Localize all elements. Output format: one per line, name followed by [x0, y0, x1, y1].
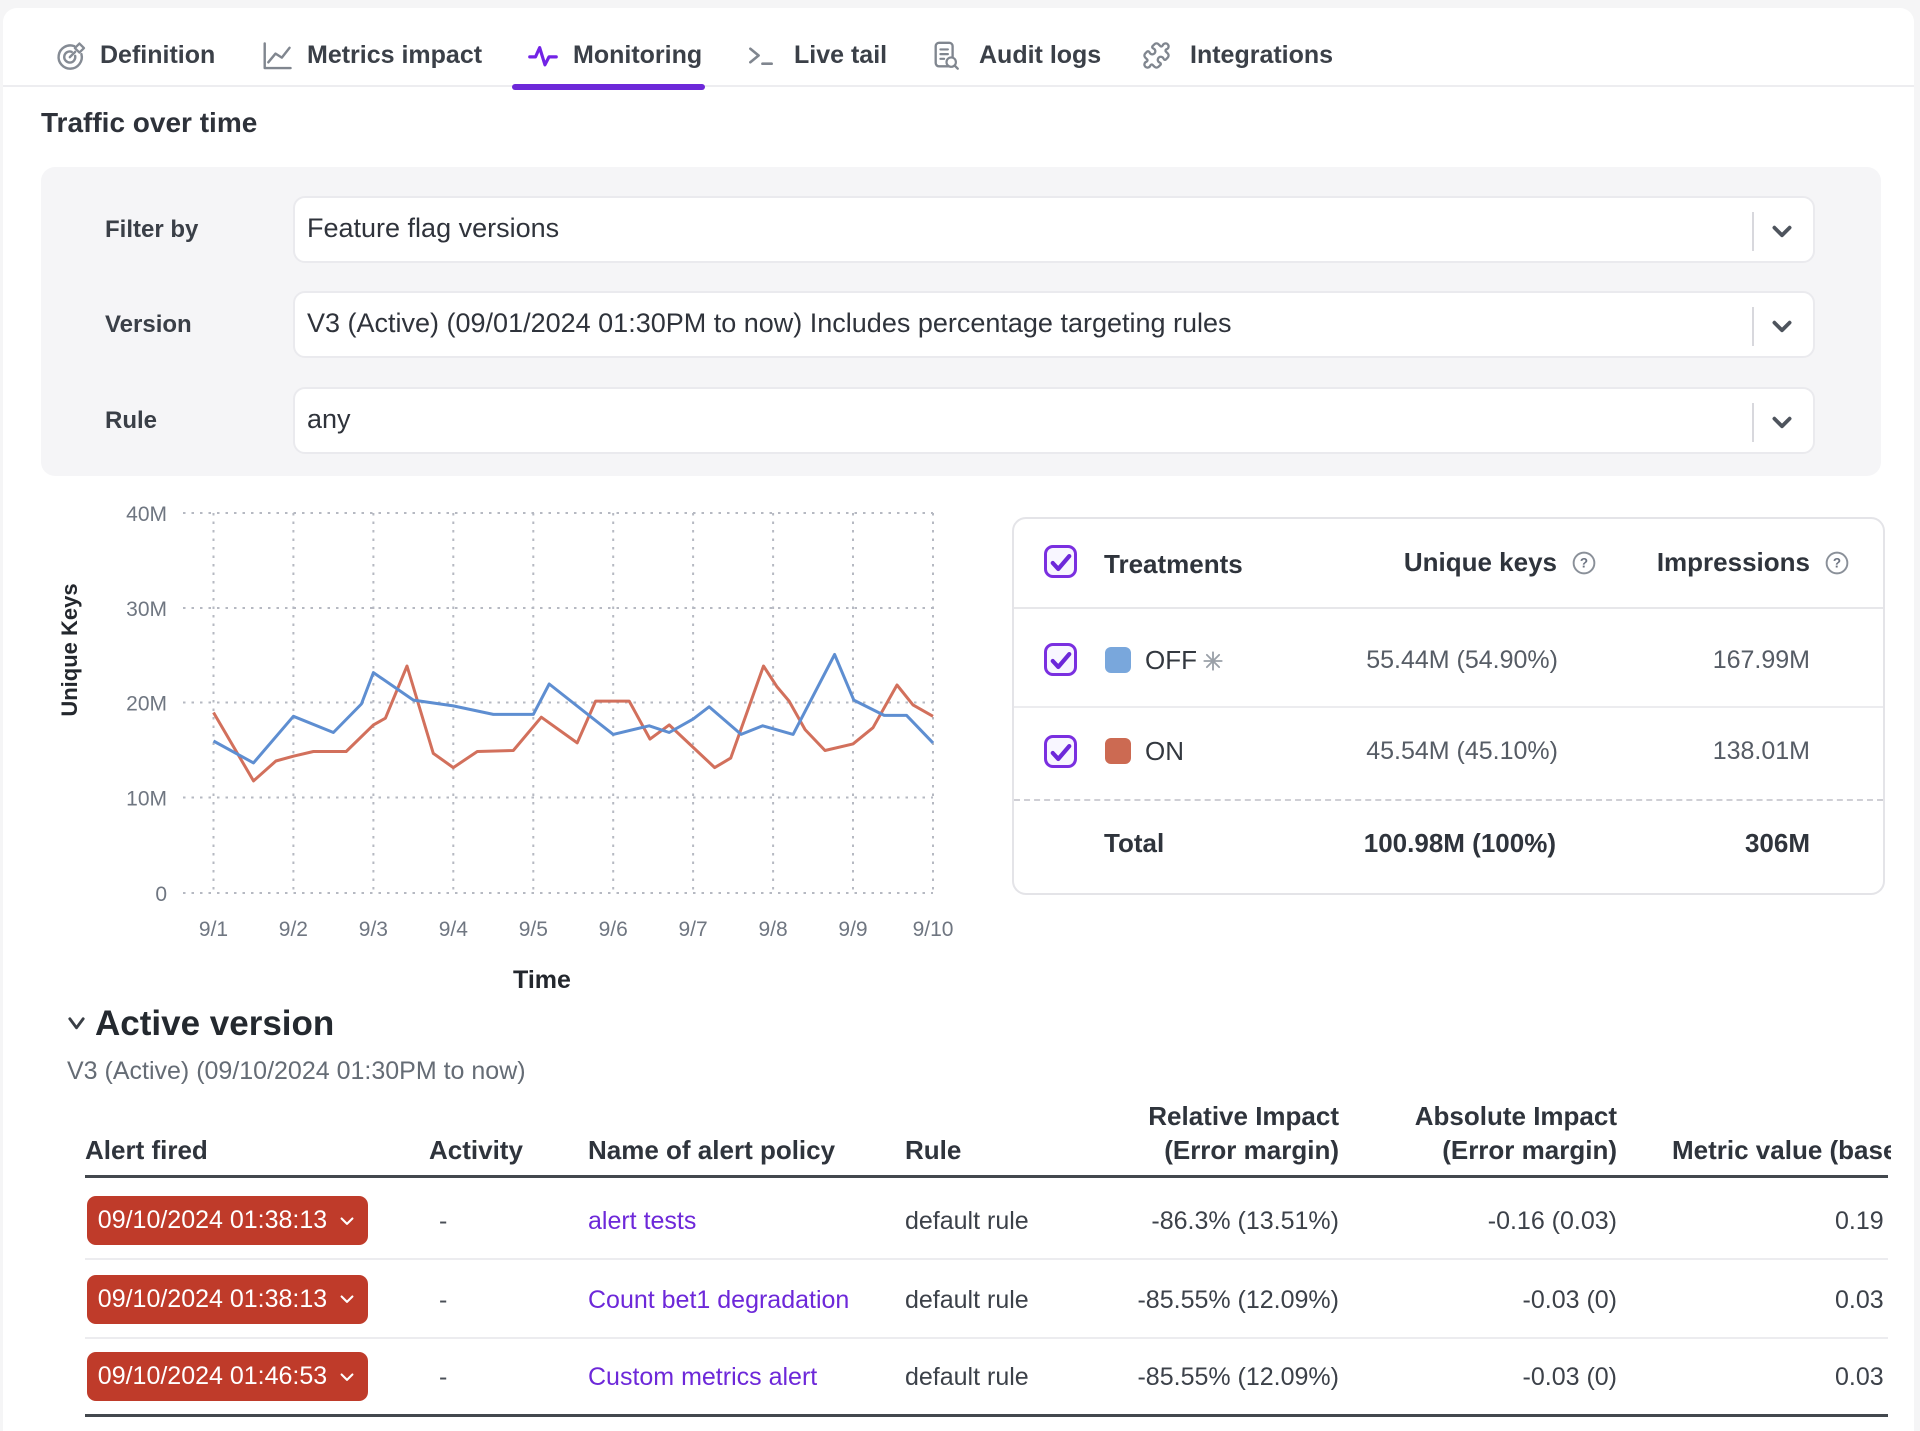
- svg-text:9/7: 9/7: [678, 918, 707, 941]
- svg-text:9/9: 9/9: [838, 918, 867, 941]
- svg-text:?: ?: [1580, 555, 1588, 570]
- svg-text:9/3: 9/3: [359, 918, 388, 941]
- svg-text:?: ?: [1833, 555, 1841, 570]
- svg-text:9/10: 9/10: [913, 918, 954, 941]
- svg-text:Unique Keys: Unique Keys: [57, 583, 82, 716]
- svg-text:0: 0: [155, 883, 167, 906]
- svg-text:9/8: 9/8: [758, 918, 787, 941]
- svg-text:9/4: 9/4: [439, 918, 469, 941]
- svg-text:20M: 20M: [126, 693, 167, 716]
- svg-text:9/2: 9/2: [279, 918, 308, 941]
- svg-text:9/1: 9/1: [199, 918, 228, 941]
- svg-text:9/6: 9/6: [599, 918, 628, 941]
- svg-text:10M: 10M: [126, 788, 167, 811]
- svg-text:40M: 40M: [126, 503, 167, 526]
- svg-text:Time: Time: [513, 966, 571, 994]
- svg-text:9/5: 9/5: [519, 918, 548, 941]
- svg-text:30M: 30M: [126, 598, 167, 621]
